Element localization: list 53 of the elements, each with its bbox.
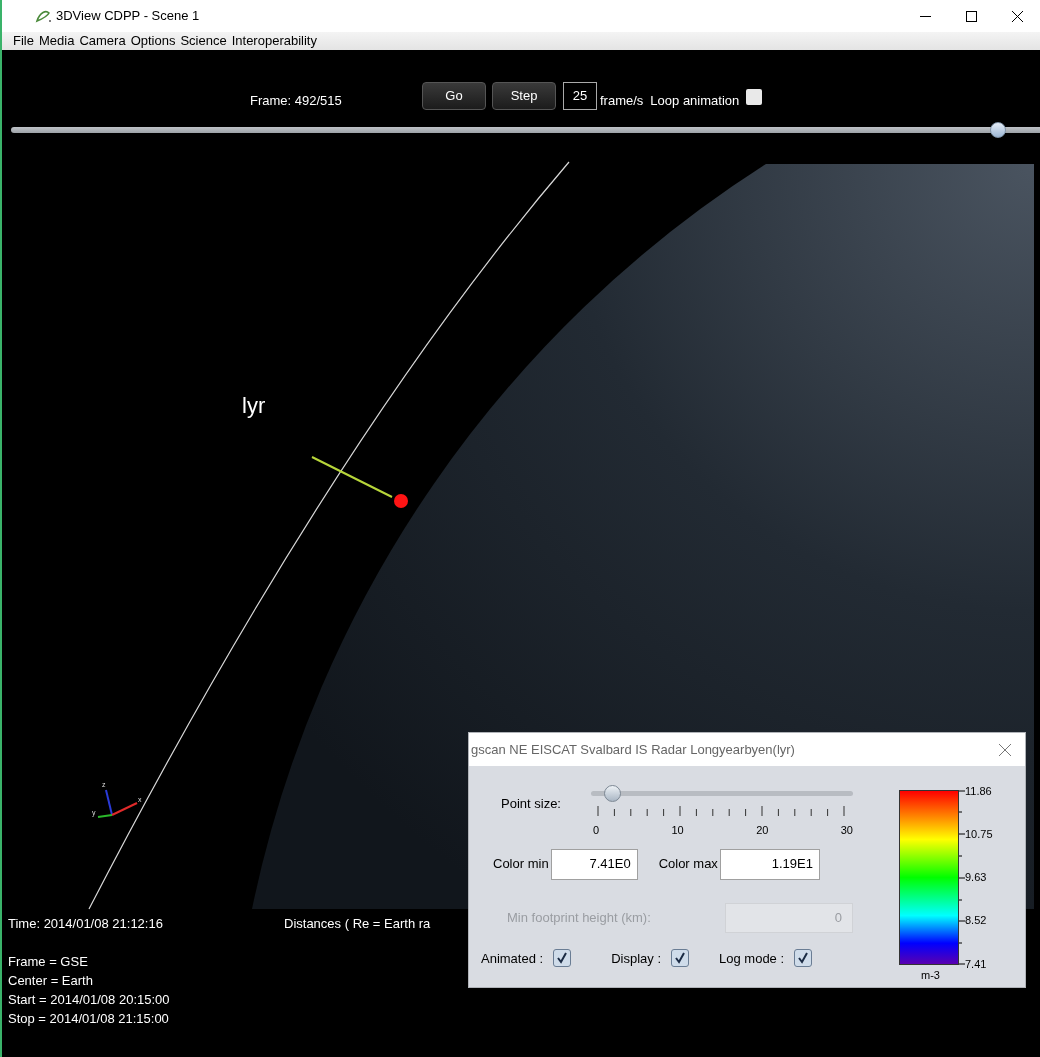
- station-marker: [394, 494, 408, 508]
- close-icon: [1011, 10, 1023, 22]
- point-size-slider[interactable]: [591, 785, 853, 802]
- checkbox[interactable]: [794, 949, 813, 968]
- min-footprint-height-label: Min footprint height (km):: [507, 908, 651, 927]
- point-size-label: Point size:: [501, 795, 562, 813]
- scene-info-line: Stop = 2014/01/08 21:15:00: [8, 1009, 169, 1028]
- time-readout: Time: 2014/01/08 21:12:16: [8, 915, 164, 933]
- slider-tick-label: 0: [593, 823, 600, 838]
- scene-info-line: Center = Earth: [8, 971, 93, 990]
- distances-label: Distances ( Re = Earth ra: [284, 915, 431, 933]
- colorbar-tick-label: 7.41: [965, 956, 988, 972]
- go-button[interactable]: Go: [422, 82, 486, 110]
- color-max-field[interactable]: 1.19E1: [719, 848, 820, 880]
- frame-slider[interactable]: [11, 122, 1040, 138]
- menu-item[interactable]: Options: [130, 31, 176, 51]
- frame-rate-unit: frame/s: [600, 91, 644, 110]
- menu-item[interactable]: Media: [38, 31, 75, 51]
- app-logo-icon: [34, 8, 54, 24]
- dialog-title: gscan NE EISCAT Svalbard IS Radar Longyearbyen(lyr): [471, 740, 795, 759]
- window-title: 3DView CDPP - Scene 1: [56, 7, 200, 26]
- step-button[interactable]: Step: [492, 82, 556, 110]
- menu-item[interactable]: Interoperability: [231, 31, 317, 51]
- colorbar-tick-label: 10.75: [965, 827, 993, 843]
- colorbar-tick-label: 11.86: [965, 784, 993, 799]
- colorbar-unit: m-3: [921, 968, 941, 983]
- checkbox-label: Display :: [611, 949, 661, 968]
- slider-tick-label: 20: [756, 823, 769, 838]
- menu-item[interactable]: Camera: [79, 31, 126, 51]
- slider-tick-label: 10: [671, 823, 684, 838]
- colorbar-tick-label: 9.63: [965, 870, 988, 886]
- slider-tick-label: 30: [840, 823, 853, 838]
- slider-thumb[interactable]: [603, 785, 621, 802]
- menu-item[interactable]: File: [13, 31, 34, 51]
- scene-info-line: Frame = GSE: [8, 952, 88, 971]
- color-min-field[interactable]: 7.41E0: [550, 848, 638, 880]
- loop-checkbox[interactable]: [746, 89, 763, 105]
- scene-info-line: Start = 2014/01/08 20:15:00: [8, 990, 170, 1009]
- close-button[interactable]: [997, 741, 1013, 758]
- loop-animation-label: Loop animation: [650, 91, 740, 110]
- frame-counter: Frame: 492/515: [250, 91, 343, 110]
- color-max-label: Color max: [658, 855, 718, 874]
- station-label: lyr: [242, 393, 266, 418]
- checkbox[interactable]: [553, 949, 572, 968]
- checkbox-label: Animated :: [481, 949, 544, 968]
- checkbox[interactable]: [671, 949, 689, 968]
- slider-thumb[interactable]: [989, 122, 1006, 138]
- checkbox-label: Log mode :: [719, 949, 785, 968]
- color-min-label: Color min: [493, 855, 549, 874]
- menu-item[interactable]: Science: [180, 31, 227, 51]
- maximize-icon: [965, 10, 977, 22]
- frame-rate-field[interactable]: 25: [563, 82, 597, 110]
- colorbar-tick-label: 8.52: [965, 913, 988, 929]
